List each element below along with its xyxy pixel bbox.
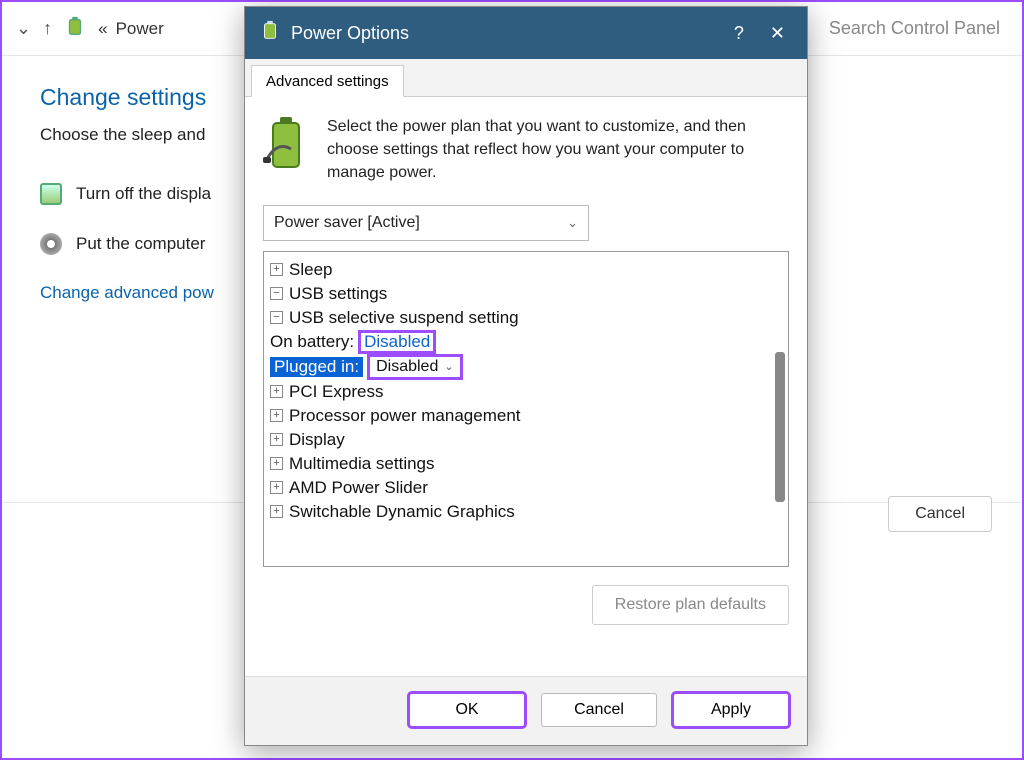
tree-amd[interactable]: AMD Power Slider	[289, 478, 428, 498]
help-icon[interactable]: ?	[726, 19, 752, 48]
chevron-down-icon: ⌄	[444, 360, 453, 373]
collapse-icon[interactable]: −	[270, 287, 283, 300]
collapse-icon[interactable]: −	[270, 311, 283, 324]
plugged-in-select[interactable]: Disabled ⌄	[369, 356, 460, 378]
up-arrow-icon[interactable]: ↑	[43, 18, 52, 39]
dialog-title: Power Options	[291, 23, 409, 44]
tree-display[interactable]: Display	[289, 430, 345, 450]
tree-ppm[interactable]: Processor power management	[289, 406, 521, 426]
breadcrumb[interactable]: « Power	[98, 19, 164, 39]
bg-cancel-button[interactable]: Cancel	[888, 496, 992, 532]
tree-sleep[interactable]: Sleep	[289, 260, 332, 280]
tree-multimedia[interactable]: Multimedia settings	[289, 454, 435, 474]
power-plan-select[interactable]: Power saver [Active] ⌄	[263, 205, 589, 241]
expand-icon[interactable]: +	[270, 385, 283, 398]
cancel-button[interactable]: Cancel	[541, 693, 657, 727]
dialog-content: Select the power plan that you want to c…	[245, 97, 807, 676]
plugged-in-label: Plugged in:	[270, 357, 363, 377]
on-battery-value[interactable]: Disabled	[364, 332, 430, 351]
expand-icon[interactable]: +	[270, 481, 283, 494]
dialog-titlebar[interactable]: Power Options ? ✕	[245, 7, 807, 59]
power-plan-value: Power saver [Active]	[274, 214, 420, 232]
expand-icon[interactable]: +	[270, 505, 283, 518]
restore-defaults-button[interactable]: Restore plan defaults	[592, 585, 789, 625]
on-battery-label: On battery:	[270, 332, 354, 352]
tab-bar: Advanced settings	[245, 59, 807, 97]
expand-icon[interactable]: +	[270, 263, 283, 276]
power-options-dialog: Power Options ? ✕ Advanced settings Sele…	[244, 6, 808, 746]
battery-icon	[259, 20, 281, 46]
close-icon[interactable]: ✕	[762, 19, 793, 48]
battery-large-icon	[263, 115, 309, 185]
row-sleep-label: Put the computer	[76, 234, 205, 254]
back-chevron-icon[interactable]: ⌄	[16, 18, 31, 39]
ok-button[interactable]: OK	[409, 693, 525, 727]
row-display-label: Turn off the displa	[76, 184, 211, 204]
tree-pci[interactable]: PCI Express	[289, 382, 383, 402]
tree-switchable[interactable]: Switchable Dynamic Graphics	[289, 502, 515, 522]
dialog-description: Select the power plan that you want to c…	[327, 115, 789, 185]
dialog-button-row: OK Cancel Apply	[245, 676, 807, 745]
disk-icon	[40, 233, 62, 255]
chevron-down-icon: ⌄	[567, 215, 578, 231]
settings-tree: + Sleep −USB settings −USB selective susp…	[263, 251, 789, 567]
tree-usb-selective[interactable]: USB selective suspend setting	[289, 308, 519, 328]
apply-button[interactable]: Apply	[673, 693, 789, 727]
expand-icon[interactable]: +	[270, 409, 283, 422]
breadcrumb-sep: «	[98, 19, 107, 39]
expand-icon[interactable]: +	[270, 457, 283, 470]
monitor-icon	[40, 183, 62, 205]
tree-scrollbar[interactable]	[775, 352, 785, 502]
plugged-in-value: Disabled	[376, 358, 438, 376]
battery-small-icon	[64, 16, 86, 42]
tree-usb-settings[interactable]: USB settings	[289, 284, 387, 304]
breadcrumb-item: Power	[116, 19, 164, 39]
expand-icon[interactable]: +	[270, 433, 283, 446]
search-input[interactable]: Search Control Panel	[821, 14, 1008, 43]
tab-advanced-settings[interactable]: Advanced settings	[251, 65, 404, 97]
